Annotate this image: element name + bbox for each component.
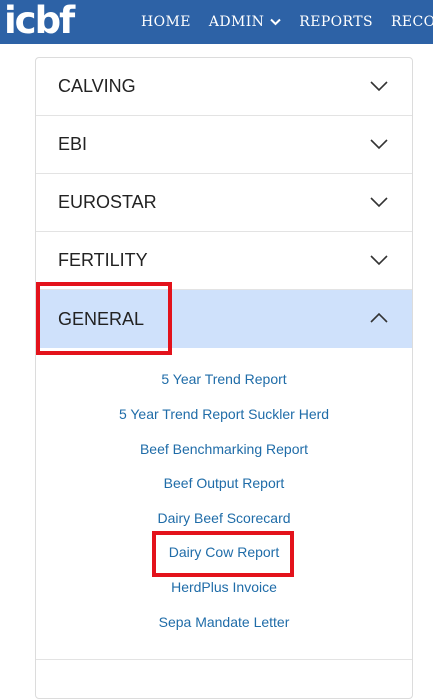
report-link[interactable]: Beef Benchmarking Report bbox=[36, 440, 412, 458]
chevron-down-icon bbox=[370, 139, 388, 150]
highlight-box-general bbox=[36, 282, 172, 355]
nav-records[interactable]: RECORD bbox=[391, 14, 433, 30]
nav-reports[interactable]: REPORTS bbox=[299, 14, 373, 30]
report-link[interactable]: 5 Year Trend Report Suckler Herd bbox=[36, 405, 412, 423]
divider bbox=[36, 659, 412, 660]
highlight-box-dairy-cow-report bbox=[152, 531, 294, 577]
section-ebi[interactable]: EBI bbox=[36, 116, 412, 174]
nav-home[interactable]: HOME bbox=[141, 14, 191, 30]
top-navbar: icbf HOME ADMIN REPORTS RECORD bbox=[0, 0, 433, 44]
icbf-logo[interactable]: icbf bbox=[4, 1, 75, 41]
report-link[interactable]: Beef Output Report bbox=[36, 474, 412, 492]
report-link[interactable]: Sepa Mandate Letter bbox=[36, 613, 412, 631]
report-link[interactable]: Dairy Beef Scorecard bbox=[36, 509, 412, 527]
report-link[interactable]: 5 Year Trend Report bbox=[36, 370, 412, 388]
reports-accordion: CALVING EBI EUROSTAR FERTILITY GENERAL 5… bbox=[35, 57, 413, 699]
section-label: EBI bbox=[58, 134, 88, 154]
nav-admin-label: ADMIN bbox=[208, 14, 265, 30]
section-calving[interactable]: CALVING bbox=[36, 58, 412, 116]
chevron-down-icon bbox=[370, 81, 388, 92]
chevron-down-icon bbox=[370, 255, 388, 266]
section-label: FERTILITY bbox=[58, 250, 148, 270]
main-nav: HOME ADMIN REPORTS RECORD bbox=[141, 0, 433, 44]
chevron-up-icon bbox=[370, 312, 388, 323]
section-label: CALVING bbox=[58, 76, 136, 96]
chevron-down-icon bbox=[270, 18, 282, 26]
section-eurostar[interactable]: EUROSTAR bbox=[36, 174, 412, 232]
nav-admin[interactable]: ADMIN bbox=[208, 14, 282, 30]
report-link[interactable]: HerdPlus Invoice bbox=[36, 578, 412, 596]
chevron-down-icon bbox=[370, 197, 388, 208]
section-label: EUROSTAR bbox=[58, 192, 157, 212]
